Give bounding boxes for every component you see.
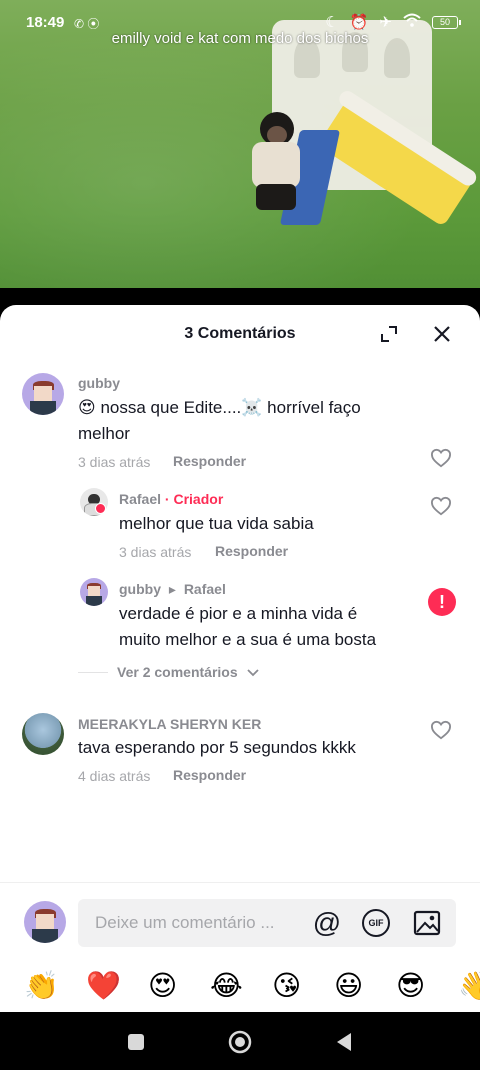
comment-item: gubby 😍 nossa que Edite....☠️ horrível f… <box>0 373 480 473</box>
comment-text-line1: verdade é pior e a minha vida é <box>119 604 358 623</box>
reply-button[interactable]: Responder <box>173 453 246 469</box>
expand-icon <box>381 326 397 342</box>
view-more-replies-button[interactable]: Ver 2 comentários <box>117 664 259 680</box>
comment-text: verdade é pior e a minha vida é muito me… <box>119 601 419 653</box>
comment-text-line2: melhor <box>78 424 130 443</box>
comment-text-line2: muito melhor e a sua é uma bosta <box>119 630 377 649</box>
avatar[interactable] <box>22 713 64 755</box>
wifi-icon <box>403 13 421 31</box>
system-nav-bar <box>0 1012 480 1070</box>
image-icon <box>413 910 441 936</box>
emoji-joy[interactable]: 😂 <box>210 968 243 1004</box>
emoji-heart-eyes[interactable]: 😍 <box>148 968 177 1004</box>
view-more-label: Ver 2 comentários <box>117 664 238 680</box>
video-bottom-strip <box>0 288 480 305</box>
gif-button[interactable]: GIF <box>361 908 391 938</box>
reply-username[interactable]: gubby <box>119 581 161 597</box>
status-right-icons: ☾ ⏰ ✈ 50 <box>325 13 461 31</box>
heart-eyes-emoji: 😍 <box>78 398 96 417</box>
alarm-off-icon: ⏰ <box>349 14 369 31</box>
gif-label: GIF <box>368 918 384 928</box>
reply-item: Rafael · Criador melhor que tua vida sab… <box>0 488 480 568</box>
creator-tag: Criador <box>173 491 224 507</box>
video-chimp <box>246 112 306 212</box>
status-bar: 18:49 ✆ ⦿ ☾ ⏰ ✈ 50 <box>0 10 480 36</box>
battery-icon: 50 <box>432 15 461 29</box>
mention-button[interactable]: @ <box>312 908 342 938</box>
square-icon <box>128 1034 144 1050</box>
comment-text: melhor que tua vida sabia <box>119 514 314 533</box>
emoji-quick-bar: 👏 ❤️ 😍 😂 😘 😃 😎 👋 <box>0 962 480 1012</box>
comment-username[interactable]: MEERAKYLA SHERYN KER <box>78 716 261 732</box>
moon-icon: ☾ <box>325 14 339 31</box>
back-triangle-icon <box>337 1033 351 1051</box>
image-button[interactable] <box>412 908 442 938</box>
emoji-kiss[interactable]: 😘 <box>272 968 301 1004</box>
app-screen: emilly void e kat com medo dos bichos 18… <box>0 0 480 1070</box>
separator-dot: · <box>161 491 174 507</box>
comment-item: MEERAKYLA SHERYN KER tava esperando por … <box>0 713 480 793</box>
home-circle-icon <box>228 1030 252 1054</box>
reply-to-username[interactable]: Rafael <box>184 581 226 597</box>
avatar[interactable] <box>80 578 108 606</box>
back-button[interactable] <box>332 1030 356 1054</box>
avatar[interactable] <box>22 373 64 415</box>
emoji-sunglasses[interactable]: 😎 <box>396 968 425 1004</box>
comment-username[interactable]: Rafael · Criador <box>119 491 223 507</box>
emoji-heart[interactable]: ❤️ <box>86 968 121 1004</box>
comment-text-line1: nossa que Edite....☠️ horrível faço <box>95 398 361 417</box>
like-button[interactable] <box>428 493 454 519</box>
close-icon <box>434 326 450 342</box>
comment-input-placeholder: Deixe um comentário ... <box>95 913 275 932</box>
reply-username[interactable]: Rafael <box>119 491 161 507</box>
reply-arrow-icon: ▸ <box>168 581 176 597</box>
notification-icons: ✆ ⦿ <box>74 17 100 31</box>
comment-time: 3 dias atrás <box>119 544 192 560</box>
heart-outline-icon <box>430 448 452 468</box>
reply-button[interactable]: Responder <box>215 543 288 559</box>
expand-button[interactable] <box>376 321 402 347</box>
home-button[interactable] <box>228 1030 252 1054</box>
like-button[interactable] <box>428 717 454 743</box>
heart-outline-icon <box>430 720 452 740</box>
heart-outline-icon <box>430 496 452 516</box>
comment-username[interactable]: gubby <box>78 375 120 391</box>
video-player[interactable]: emilly void e kat com medo dos bichos <box>0 0 480 305</box>
emoji-clap[interactable]: 👏 <box>24 968 59 1004</box>
airplane-icon: ✈ <box>379 14 392 31</box>
comment-text: 😍 nossa que Edite....☠️ horrível faço me… <box>78 395 418 447</box>
view-more-divider <box>78 672 108 673</box>
comments-title: 3 Comentários <box>184 325 296 342</box>
at-icon: @ <box>312 907 342 938</box>
close-button[interactable] <box>428 320 456 348</box>
creator-badge <box>95 503 106 514</box>
emoji-wave[interactable]: 👋 <box>458 968 480 1004</box>
emoji-smile[interactable]: 😃 <box>334 968 363 1004</box>
error-icon[interactable]: ! <box>428 588 456 616</box>
my-avatar <box>24 901 66 943</box>
recents-button[interactable] <box>124 1030 148 1054</box>
comment-text: tava esperando por 5 segundos kkkk <box>78 738 356 757</box>
comment-input[interactable]: Deixe um comentário ... @ GIF <box>78 899 456 947</box>
comment-time: 3 dias atrás <box>78 454 151 470</box>
chevron-down-icon <box>246 669 259 677</box>
comment-username[interactable]: gubby ▸ Rafael <box>119 581 226 598</box>
reply-item: gubby ▸ Rafael verdade é pior e a minha … <box>0 578 480 658</box>
comment-input-bar: Deixe um comentário ... @ GIF <box>0 882 480 962</box>
comment-time: 4 dias atrás <box>78 768 151 784</box>
reply-button[interactable]: Responder <box>173 767 246 783</box>
status-time: 18:49 <box>26 14 65 31</box>
gif-icon: GIF <box>362 909 390 937</box>
like-button[interactable] <box>428 445 454 471</box>
